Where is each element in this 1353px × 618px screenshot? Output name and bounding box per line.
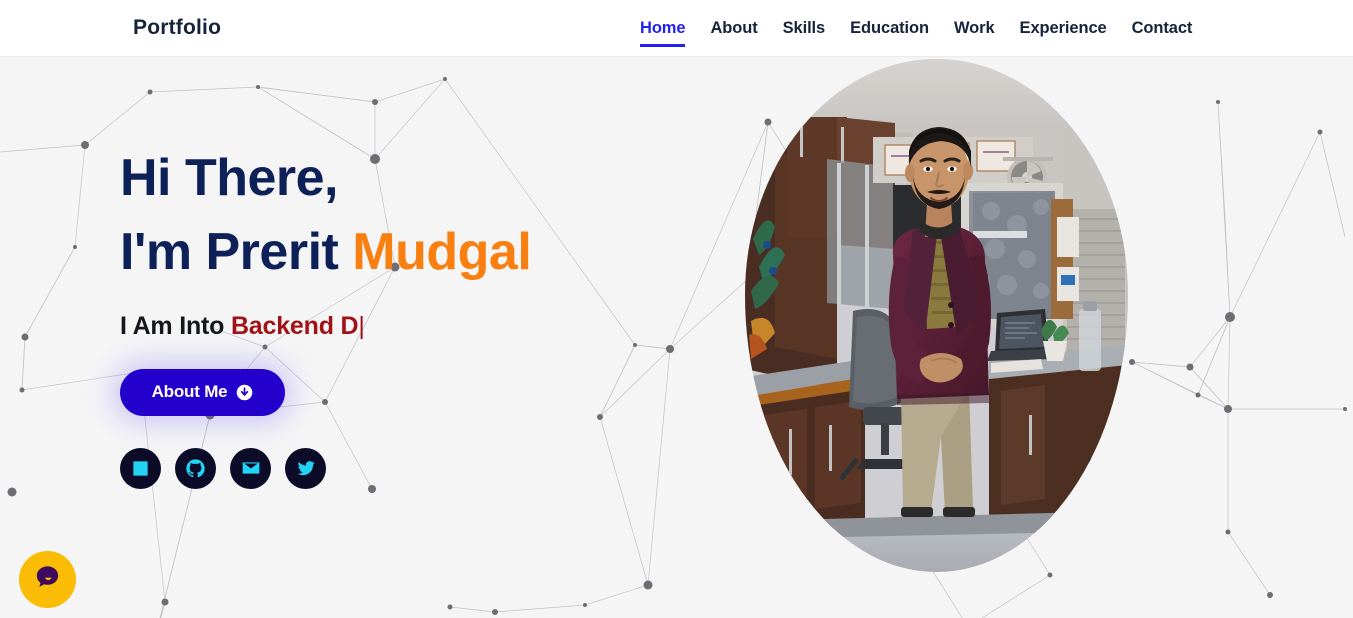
nav-link-about[interactable]: About (710, 19, 757, 38)
social-link-github[interactable] (175, 447, 216, 489)
profile-photo (745, 59, 1128, 572)
chat-bubble-widget[interactable] (19, 551, 76, 608)
hero-subtitle-static: I Am Into (120, 311, 231, 340)
social-link-email[interactable] (230, 447, 271, 489)
social-link-twitter[interactable] (285, 447, 326, 489)
social-links-group (120, 447, 531, 489)
about-me-button[interactable]: About Me (120, 368, 285, 416)
chat-bubble-icon (32, 562, 63, 598)
nav-link-work[interactable]: Work (954, 19, 995, 38)
hero-subtitle: I Am Into Backend D| (120, 312, 531, 341)
github-icon (185, 458, 206, 479)
hero-name-accent: Mudgal (352, 222, 532, 281)
nav-link-experience[interactable]: Experience (1020, 19, 1107, 38)
hero-greeting-line: Hi There, (120, 142, 531, 216)
typing-caret: | (358, 311, 365, 340)
social-link-linkedin[interactable] (120, 447, 161, 489)
top-navigation-bar: Portfolio Home About Skills Education Wo… (0, 0, 1353, 57)
brand-logo[interactable]: Portfolio (133, 16, 221, 40)
about-me-button-label: About Me (151, 382, 228, 402)
hero-greeting-text: Hi There, (120, 149, 339, 207)
envelope-icon (241, 458, 261, 478)
arrow-down-circle-icon (236, 384, 253, 401)
nav-link-skills[interactable]: Skills (783, 19, 826, 38)
nav-link-home[interactable]: Home (640, 19, 686, 47)
linkedin-icon (131, 459, 150, 478)
nav-link-education[interactable]: Education (850, 19, 929, 38)
hero-name-prefix: I'm Prerit (120, 222, 353, 281)
hero-subtitle-typed-text: Backend D (230, 311, 359, 340)
hero-section: Hi There, I'm Prerit Mudgal I Am Into Ba… (0, 57, 1353, 618)
hero-name-line: I'm Prerit Mudgal (120, 216, 532, 290)
twitter-icon (296, 458, 316, 478)
profile-photo-image (745, 59, 1128, 572)
nav-links-group: Home About Skills Education Work Experie… (640, 19, 1193, 47)
hero-text-column: Hi There, I'm Prerit Mudgal I Am Into Ba… (120, 142, 532, 489)
nav-link-contact[interactable]: Contact (1132, 19, 1193, 38)
